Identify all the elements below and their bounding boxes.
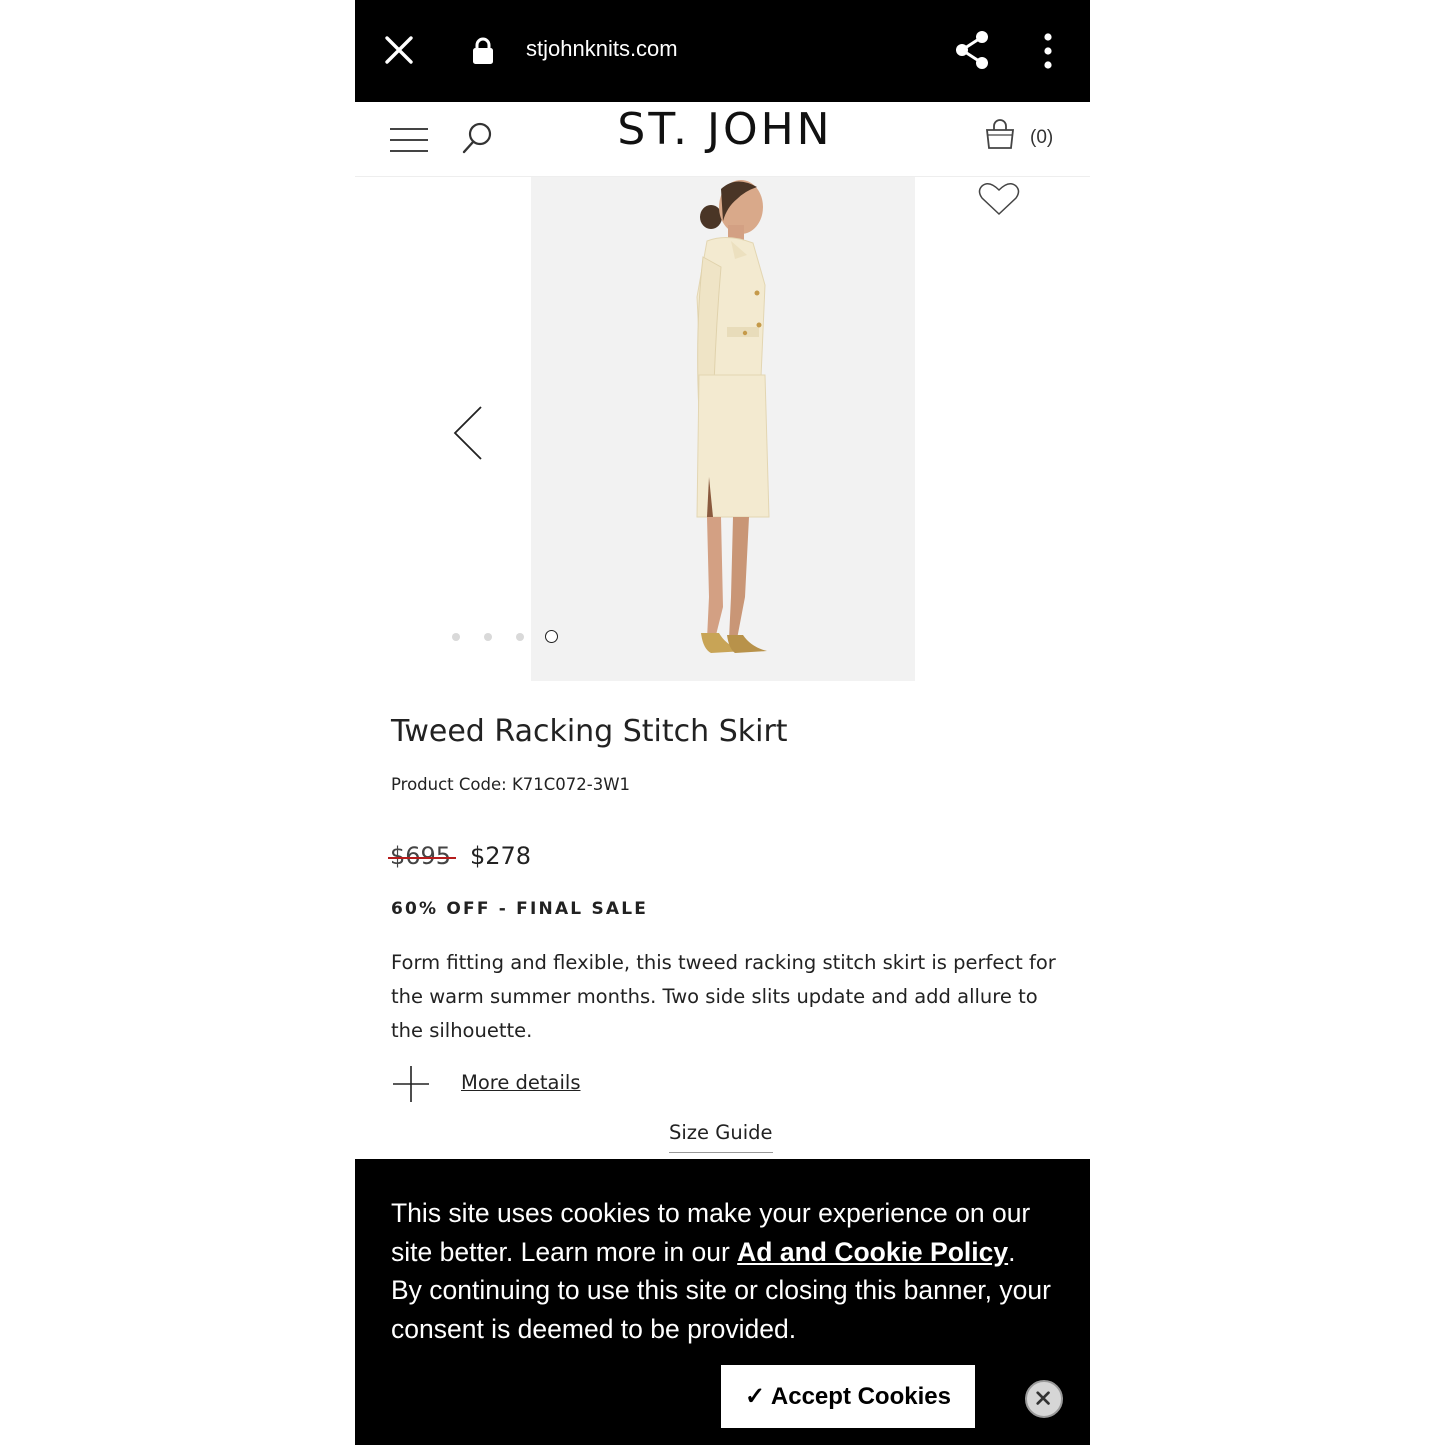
search-icon[interactable]: [461, 121, 493, 155]
product-description: Form fitting and flexible, this tweed ra…: [391, 951, 1056, 1042]
sale-price: $278: [470, 842, 532, 870]
shopping-bag-icon[interactable]: [985, 118, 1015, 150]
sale-label: 60% OFF - FINAL SALE: [391, 899, 649, 919]
price-strikethrough: [388, 857, 456, 859]
heart-icon[interactable]: [977, 181, 1021, 217]
close-banner-icon[interactable]: [1025, 1380, 1063, 1418]
url-text[interactable]: stjohnknits.com: [526, 36, 678, 62]
lock-icon: [473, 37, 493, 64]
phone-screen: stjohnknits.com ST. JOHN (0) Tweed Racki…: [355, 0, 1090, 1445]
original-price-text: $695: [390, 842, 452, 870]
bag-count[interactable]: (0): [1030, 127, 1053, 149]
accept-cookies-button[interactable]: ✓ Accept Cookies: [721, 1365, 975, 1428]
site-header: ST. JOHN (0): [355, 102, 1090, 177]
gallery-dot[interactable]: [484, 633, 492, 641]
gallery-dot[interactable]: [452, 633, 460, 641]
cookie-message: This site uses cookies to make your expe…: [391, 1194, 1051, 1348]
product-image[interactable]: [531, 177, 915, 681]
browser-bar: stjohnknits.com: [355, 0, 1090, 102]
close-icon[interactable]: [383, 34, 415, 66]
original-price: $695: [388, 842, 456, 870]
product-gallery: [355, 177, 1090, 682]
share-icon[interactable]: [953, 30, 991, 70]
cookie-banner: This site uses cookies to make your expe…: [355, 1159, 1090, 1445]
gallery-dot[interactable]: [516, 633, 524, 641]
cookie-policy-link[interactable]: Ad and Cookie Policy: [737, 1237, 1008, 1267]
more-vertical-icon[interactable]: [1038, 32, 1058, 70]
menu-icon[interactable]: [390, 126, 428, 154]
site-logo[interactable]: ST. JOHN: [600, 104, 850, 155]
product-title: Tweed Racking Stitch Skirt: [391, 714, 788, 749]
model-illustration: [531, 177, 915, 681]
product-code: Product Code: K71C072-3W1: [391, 775, 631, 794]
more-details-toggle[interactable]: More details: [391, 1066, 691, 1102]
plus-icon[interactable]: [393, 1066, 429, 1102]
more-details-link[interactable]: More details: [461, 1071, 581, 1094]
size-guide-link[interactable]: Size Guide: [669, 1121, 773, 1153]
gallery-dot-active[interactable]: [545, 630, 558, 643]
chevron-left-icon[interactable]: [451, 405, 487, 461]
